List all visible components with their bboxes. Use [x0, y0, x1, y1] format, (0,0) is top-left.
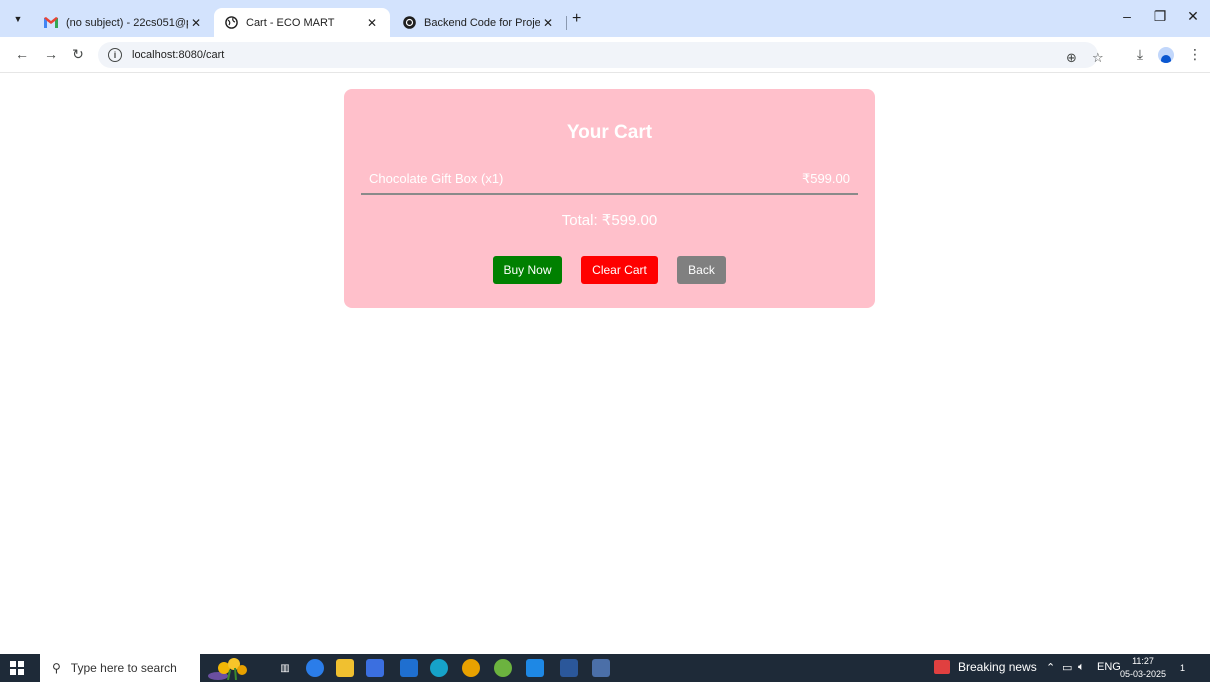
cart-item-row: Chocolate Gift Box (x1) ₹599.00 [361, 168, 858, 195]
tray-chevron-icon[interactable]: ⌃ [1046, 661, 1055, 674]
zoom-icon[interactable]: ⊕ [1066, 50, 1077, 66]
address-url: localhost:8080/cart [132, 49, 225, 61]
back-button[interactable]: Back [677, 256, 726, 284]
browser-toolbar: ← → ↻ i localhost:8080/cart ⊕ ☆ ⤓ ⋮ [0, 37, 1210, 73]
cart-item-price: ₹599.00 [801, 171, 850, 186]
clock[interactable]: 11:27 05-03-2025 [1118, 655, 1168, 681]
tab-close-icon[interactable]: ✕ [364, 16, 380, 30]
clear-cart-button[interactable]: Clear Cart [581, 256, 658, 284]
clock-date: 05-03-2025 [1119, 669, 1167, 679]
download-icon[interactable]: ⤓ [1130, 46, 1150, 63]
tab-search-chevron-icon[interactable]: ▼ [8, 9, 28, 29]
restore-icon[interactable]: ❐ [1145, 8, 1175, 25]
clock-time: 11:27 [1132, 656, 1154, 666]
chatgpt-icon [402, 16, 416, 30]
notification-icon[interactable]: 1 [1180, 660, 1196, 676]
menu-kebab-icon[interactable]: ⋮ [1185, 46, 1205, 63]
spring-tools-icon[interactable] [494, 659, 512, 677]
taskbar-search-box[interactable]: ⚲ Type here to search [40, 654, 200, 682]
site-info-icon[interactable]: i [108, 48, 122, 62]
close-window-icon[interactable]: ✕ [1178, 8, 1208, 25]
forward-arrow-icon[interactable]: → [41, 46, 61, 62]
edge-icon[interactable] [430, 659, 448, 677]
news-widget[interactable]: Breaking news [934, 660, 1037, 674]
search-icon: ⚲ [52, 661, 61, 675]
profile-avatar-icon[interactable] [1158, 47, 1174, 63]
cart-item-label: Chocolate Gift Box (x1) [369, 171, 504, 186]
new-tab-button[interactable]: + [572, 10, 581, 28]
tab-gmail[interactable]: (no subject) - 22cs051@psr.edu ✕ [34, 8, 214, 37]
taskbar-search-placeholder: Type here to search [70, 661, 177, 675]
reload-icon[interactable]: ↻ [68, 46, 88, 63]
windows-start-icon[interactable] [10, 661, 24, 675]
outlook-icon[interactable] [400, 659, 418, 677]
tab-chatgpt[interactable]: Backend Code for Project ✕ [392, 8, 566, 37]
tab-strip: ▼ (no subject) - 22cs051@psr.edu ✕ Cart … [0, 0, 1210, 37]
vscode-icon[interactable] [526, 659, 544, 677]
tab-separator [566, 16, 567, 30]
word-icon[interactable] [560, 659, 578, 677]
flowers-search-highlight-icon [208, 658, 247, 680]
cart-title: Your Cart [566, 122, 653, 143]
notification-count: 1 [1180, 663, 1186, 673]
news-icon [934, 660, 950, 674]
volume-icon[interactable]: 🔈︎ [1078, 661, 1085, 674]
tab-title: (no subject) - 22cs051@psr.edu [66, 16, 188, 29]
buy-now-button[interactable]: Buy Now [493, 256, 562, 284]
file-explorer-icon[interactable] [336, 659, 354, 677]
microsoft-store-icon[interactable] [366, 659, 384, 677]
cart-total: Total: ₹599.00 [561, 212, 658, 229]
minimize-icon[interactable]: – [1112, 8, 1142, 24]
gmail-icon [44, 16, 58, 30]
snipping-tool-icon[interactable] [592, 659, 610, 677]
address-bar[interactable]: i localhost:8080/cart ⊕ ☆ [98, 42, 1104, 68]
task-view-icon[interactable]: ▥ [276, 659, 294, 677]
globe-icon [224, 16, 238, 30]
news-label: Breaking news [958, 660, 1037, 674]
chrome-icon[interactable] [462, 659, 480, 677]
tab-close-icon[interactable]: ✕ [540, 16, 556, 30]
copilot-icon[interactable] [306, 659, 324, 677]
tab-title: Backend Code for Project [424, 16, 540, 29]
tab-cart[interactable]: Cart - ECO MART ✕ [214, 8, 390, 37]
tab-close-icon[interactable]: ✕ [188, 16, 204, 30]
back-arrow-icon[interactable]: ← [12, 46, 32, 62]
network-icon[interactable]: ▭ [1062, 661, 1072, 674]
taskbar: ⚲ Type here to search ▥ Breaking news ⌃ … [0, 654, 1210, 682]
tab-title: Cart - ECO MART [246, 16, 335, 29]
bookmark-star-icon[interactable]: ☆ [1092, 50, 1104, 66]
